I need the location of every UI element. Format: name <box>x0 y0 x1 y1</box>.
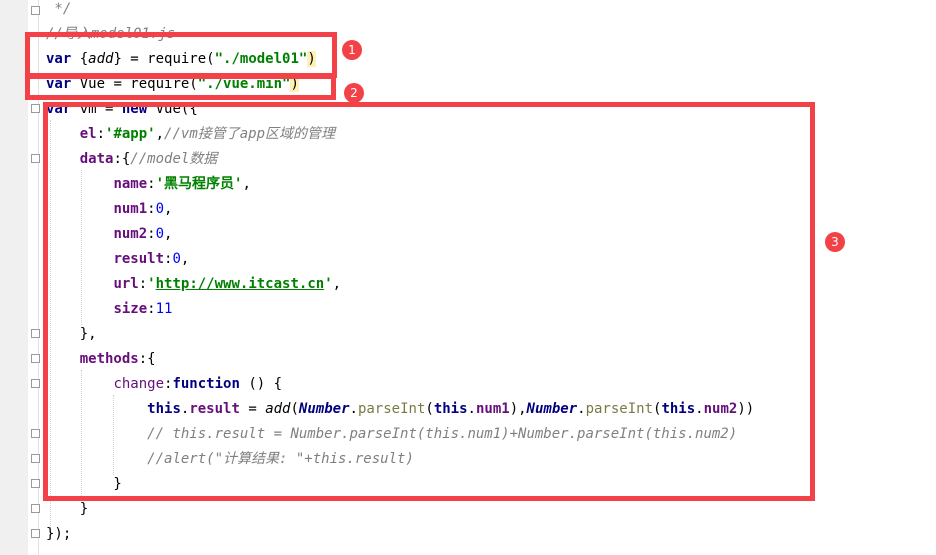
annotation-box-3 <box>43 102 815 501</box>
code-token: }); <box>46 526 72 542</box>
annotation-badge-1: 1 <box>342 40 362 60</box>
annotation-box-2 <box>25 74 336 100</box>
fold-marker-icon[interactable] <box>31 429 40 438</box>
fold-marker-icon[interactable] <box>31 329 40 338</box>
fold-marker-icon[interactable] <box>31 6 40 15</box>
fold-marker-icon[interactable] <box>31 504 40 513</box>
annotation-badge-2: 2 <box>344 83 364 103</box>
fold-marker-icon[interactable] <box>31 104 40 113</box>
code-line[interactable]: */ <box>46 0 71 22</box>
fold-marker-icon[interactable] <box>31 354 40 363</box>
fold-marker-icon[interactable] <box>31 154 40 163</box>
editor-gutter <box>0 0 28 555</box>
code-token: } <box>46 501 89 517</box>
fold-marker-icon[interactable] <box>31 379 40 388</box>
fold-marker-icon[interactable] <box>31 529 40 538</box>
fold-marker-icon[interactable] <box>31 454 40 463</box>
fold-marker-icon[interactable] <box>31 479 40 488</box>
code-line[interactable]: }); <box>46 522 71 547</box>
annotation-badge-3: 3 <box>825 232 845 252</box>
annotation-box-1 <box>25 32 337 78</box>
code-token: */ <box>46 1 72 17</box>
